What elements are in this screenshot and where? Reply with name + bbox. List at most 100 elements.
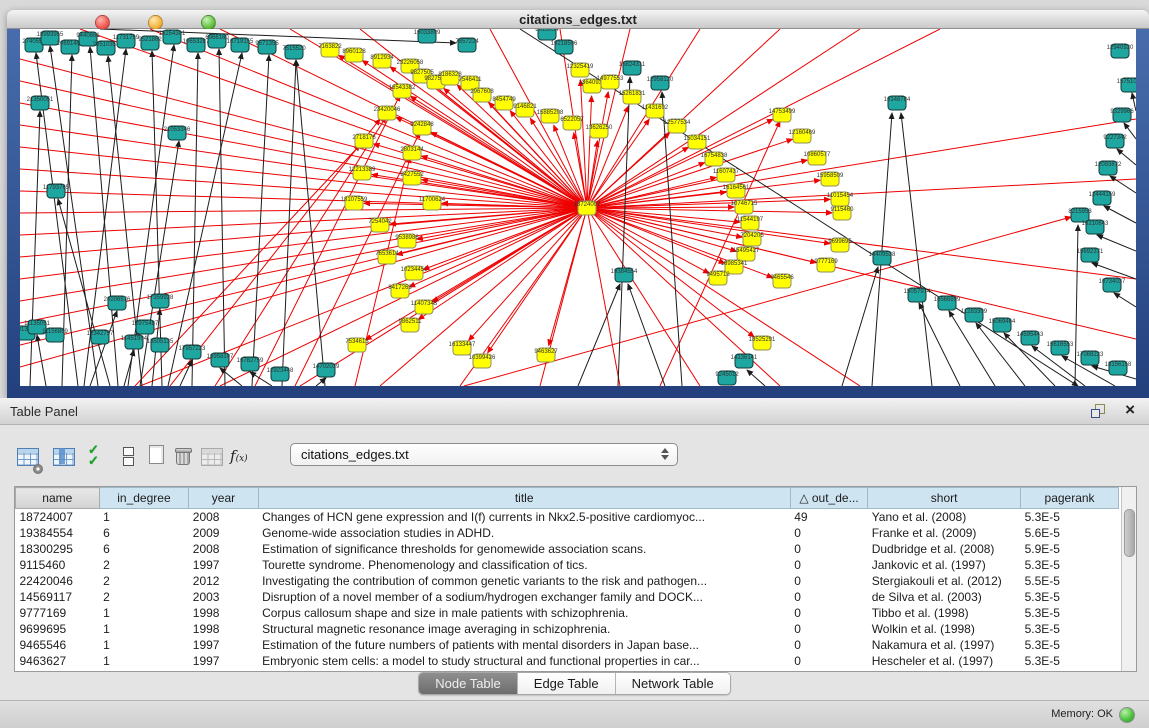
table-cell[interactable]: 9699695 — [16, 621, 100, 637]
tab-network-table[interactable]: Network Table — [616, 673, 730, 694]
table-row[interactable]: 911546021997Tourette syndrome. Phenomeno… — [16, 557, 1119, 573]
table-cell[interactable]: 5.3E-5 — [1021, 653, 1119, 669]
close-panel-icon[interactable]: × — [1125, 400, 1135, 420]
table-cell[interactable]: 5.3E-5 — [1021, 557, 1119, 573]
table-cell[interactable]: 0 — [790, 525, 867, 541]
table-cell[interactable]: Estimation of the future numbers of pati… — [258, 637, 790, 653]
table-cell[interactable]: Tourette syndrome. Phenomenology and cla… — [258, 557, 790, 573]
table-cell[interactable]: 9777169 — [16, 605, 100, 621]
column-header-out_de[interactable]: △ out_de... — [790, 488, 867, 509]
table-cell[interactable]: 5.9E-5 — [1021, 541, 1119, 557]
table-cell[interactable]: Stergiakouli et al. (2012) — [868, 573, 1021, 589]
column-header-in_degree[interactable]: in_degree — [99, 488, 189, 509]
table-cell[interactable]: 0 — [790, 621, 867, 637]
table-cell[interactable]: Yano et al. (2008) — [868, 509, 1021, 526]
table-cell[interactable]: Franke et al. (2009) — [868, 525, 1021, 541]
table-cell[interactable]: 2008 — [189, 541, 258, 557]
table-cell[interactable]: 1998 — [189, 621, 258, 637]
table-cell[interactable]: Genome-wide association studies in ADHD. — [258, 525, 790, 541]
table-cell[interactable]: 22420046 — [16, 573, 100, 589]
table-cell[interactable]: 1 — [99, 509, 189, 526]
column-header-name[interactable]: name — [16, 488, 100, 509]
delete-table-button[interactable] — [170, 442, 198, 472]
table-cell[interactable]: 49 — [790, 509, 867, 526]
table-cell[interactable]: 5.5E-5 — [1021, 573, 1119, 589]
table-cell[interactable]: 18300295 — [16, 541, 100, 557]
table-cell[interactable]: 5.6E-5 — [1021, 525, 1119, 541]
table-cell[interactable]: 0 — [790, 589, 867, 605]
column-edit-button[interactable] — [50, 442, 78, 472]
table-cell[interactable]: 2012 — [189, 573, 258, 589]
row-height-button[interactable] — [115, 442, 143, 472]
table-cell[interactable]: Nakamura et al. (1997) — [868, 637, 1021, 653]
table-cell[interactable]: 0 — [790, 637, 867, 653]
column-header-year[interactable]: year — [189, 488, 258, 509]
column-header-pagerank[interactable]: pagerank — [1021, 488, 1119, 509]
table-cell[interactable]: Tibbo et al. (1998) — [868, 605, 1021, 621]
table-cell[interactable]: 1997 — [189, 557, 258, 573]
table-cell[interactable]: 1 — [99, 621, 189, 637]
table-cell[interactable]: Wolkin et al. (1998) — [868, 621, 1021, 637]
table-cell[interactable]: Jankovic et al. (1997) — [868, 557, 1021, 573]
table-cell[interactable]: 2 — [99, 589, 189, 605]
table-cell[interactable]: 2003 — [189, 589, 258, 605]
table-row[interactable]: 946554611997Estimation of the future num… — [16, 637, 1119, 653]
table-cell[interactable]: 0 — [790, 557, 867, 573]
import-table-button[interactable] — [198, 442, 226, 472]
function-builder-button[interactable]: f(x) — [228, 442, 256, 472]
table-cell[interactable]: 1997 — [189, 653, 258, 669]
table-cell[interactable]: 0 — [790, 653, 867, 669]
table-cell[interactable]: 18724007 — [16, 509, 100, 526]
table-cell[interactable]: 9465546 — [16, 637, 100, 653]
table-cell[interactable]: 2 — [99, 557, 189, 573]
scrollbar-thumb[interactable] — [1124, 509, 1135, 557]
network-window-titlebar[interactable]: citations_edges.txt — [7, 10, 1149, 29]
tab-node-table[interactable]: Node Table — [419, 673, 518, 694]
create-table-button[interactable] — [143, 442, 171, 472]
table-cell[interactable]: 9115460 — [16, 557, 100, 573]
tab-edge-table[interactable]: Edge Table — [518, 673, 616, 694]
table-row[interactable]: 1456911722003Disruption of a novel membe… — [16, 589, 1119, 605]
table-cell[interactable]: de Silva et al. (2003) — [868, 589, 1021, 605]
table-cell[interactable]: 6 — [99, 541, 189, 557]
column-header-title[interactable]: title — [258, 488, 790, 509]
table-cell[interactable]: Embryonic stem cells: a model to study s… — [258, 653, 790, 669]
table-cell[interactable]: Hescheler et al. (1997) — [868, 653, 1021, 669]
table-cell[interactable]: Corpus callosum shape and size in male p… — [258, 605, 790, 621]
float-panel-icon[interactable] — [1091, 404, 1105, 418]
table-row[interactable]: 2242004622012Investigating the contribut… — [16, 573, 1119, 589]
table-row[interactable]: 1938455462009Genome-wide association stu… — [16, 525, 1119, 541]
table-cell[interactable]: 5.3E-5 — [1021, 637, 1119, 653]
table-cell[interactable]: 2 — [99, 573, 189, 589]
table-cell[interactable]: 9463627 — [16, 653, 100, 669]
table-cell[interactable]: 2008 — [189, 509, 258, 526]
table-cell[interactable]: Structural magnetic resonance image aver… — [258, 621, 790, 637]
table-row[interactable]: 969969511998Structural magnetic resonanc… — [16, 621, 1119, 637]
table-cell[interactable]: 6 — [99, 525, 189, 541]
table-cell[interactable]: 5.3E-5 — [1021, 509, 1119, 526]
column-header-short[interactable]: short — [868, 488, 1021, 509]
table-cell[interactable]: 1 — [99, 653, 189, 669]
table-cell[interactable]: Disruption of a novel member of a sodium… — [258, 589, 790, 605]
table-selector-dropdown[interactable]: citations_edges.txt — [290, 443, 678, 466]
table-cell[interactable]: 2009 — [189, 525, 258, 541]
table-row[interactable]: 977716911998Corpus callosum shape and si… — [16, 605, 1119, 621]
table-row[interactable]: 1872400712008Changes of HCN gene express… — [16, 509, 1119, 526]
table-cell[interactable]: 5.3E-5 — [1021, 605, 1119, 621]
network-graph-canvas[interactable]: 2740552189939552069140694406612051035111… — [20, 29, 1136, 386]
table-cell[interactable]: 5.3E-5 — [1021, 589, 1119, 605]
table-cell[interactable]: Investigating the contribution of common… — [258, 573, 790, 589]
table-cell[interactable]: 0 — [790, 541, 867, 557]
table-vertical-scrollbar[interactable] — [1121, 487, 1136, 671]
table-cell[interactable]: 1998 — [189, 605, 258, 621]
table-cell[interactable]: 1997 — [189, 637, 258, 653]
select-columns-button[interactable]: ✓✓ — [86, 442, 114, 472]
table-cell[interactable]: Dudbridge et al. (2008) — [868, 541, 1021, 557]
table-cell[interactable]: Estimation of significance thresholds fo… — [258, 541, 790, 557]
table-cell[interactable]: 1 — [99, 637, 189, 653]
table-cell[interactable]: 0 — [790, 573, 867, 589]
table-cell[interactable]: Changes of HCN gene expression and I(f) … — [258, 509, 790, 526]
table-cell[interactable]: 14569117 — [16, 589, 100, 605]
table-cell[interactable]: 19384554 — [16, 525, 100, 541]
table-row[interactable]: 946362711997Embryonic stem cells: a mode… — [16, 653, 1119, 669]
